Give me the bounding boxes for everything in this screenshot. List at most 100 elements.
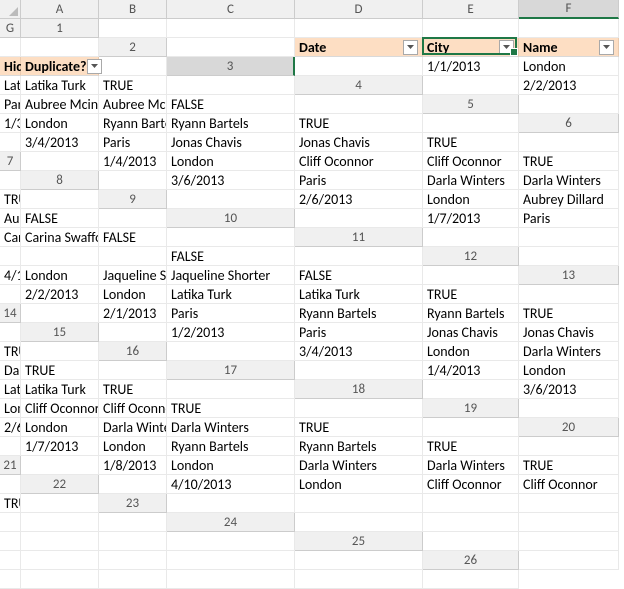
table-cell-date[interactable]: 1/2/2013 — [167, 323, 295, 342]
cell-A14[interactable] — [21, 304, 99, 323]
table-cell-hidden[interactable]: Darla Winters — [423, 456, 519, 475]
row-head-7[interactable]: 7 — [0, 152, 21, 171]
cell-A16[interactable] — [167, 342, 295, 361]
empty-cell[interactable] — [0, 532, 21, 551]
cell-A19[interactable] — [519, 399, 619, 418]
table-cell-name[interactable]: Carina Swafford — [0, 228, 21, 247]
row-head-23[interactable]: 23 — [99, 494, 167, 513]
table-cell-city[interactable]: Paris — [295, 171, 423, 190]
table-cell-duplicate[interactable]: FALSE — [167, 247, 295, 266]
cell-G7[interactable] — [0, 171, 21, 190]
empty-cell[interactable] — [423, 570, 519, 589]
cell-G19[interactable] — [423, 418, 519, 437]
table-cell-duplicate[interactable]: TRUE — [295, 418, 423, 437]
table-cell-name[interactable]: Latika Turk — [0, 76, 21, 95]
cell-C1[interactable] — [295, 19, 423, 38]
table-cell-hidden[interactable]: Ryann Bartels — [423, 304, 519, 323]
empty-cell[interactable] — [295, 494, 423, 513]
row-head-21[interactable]: 21 — [0, 456, 21, 475]
empty-cell[interactable] — [99, 551, 167, 570]
table-cell-city[interactable]: London — [21, 418, 99, 437]
empty-cell[interactable] — [423, 513, 519, 532]
filter-dropdown-icon[interactable] — [87, 59, 102, 74]
table-cell-city[interactable]: Paris — [99, 133, 167, 152]
table-cell-city[interactable]: London — [423, 190, 519, 209]
cell-A3[interactable] — [295, 57, 423, 76]
empty-cell[interactable] — [99, 570, 167, 589]
table-cell-city[interactable]: London — [99, 437, 167, 456]
table-cell-date[interactable]: 2/2/2013 — [519, 76, 619, 95]
empty-cell[interactable] — [21, 570, 99, 589]
table-cell-duplicate[interactable]: TRUE — [519, 304, 619, 323]
row-head-9[interactable]: 9 — [99, 190, 167, 209]
cell-G6[interactable] — [519, 133, 619, 152]
table-cell-hidden[interactable]: Latika Turk — [295, 285, 423, 304]
col-head-A[interactable]: A — [21, 0, 99, 19]
empty-cell[interactable] — [423, 494, 519, 513]
table-cell-city[interactable]: Paris — [0, 95, 21, 114]
table-cell-date[interactable]: 1/7/2013 — [21, 437, 99, 456]
table-cell-duplicate[interactable]: TRUE — [99, 380, 167, 399]
table-cell-duplicate[interactable]: TRUE — [99, 76, 167, 95]
table-cell-city[interactable]: London — [167, 152, 295, 171]
cell-E1[interactable] — [519, 19, 619, 38]
table-cell-duplicate[interactable]: TRUE — [423, 437, 519, 456]
cell-G13[interactable] — [519, 285, 619, 304]
table-cell-date[interactable]: 3/6/2013 — [519, 380, 619, 399]
empty-cell[interactable] — [21, 532, 99, 551]
cell-A21[interactable] — [21, 456, 99, 475]
table-cell-city[interactable]: London — [21, 114, 99, 133]
table-cell-date[interactable]: 3/4/2013 — [21, 133, 99, 152]
cell-A6[interactable] — [0, 133, 21, 152]
table-cell-name[interactable]: Cliff Oconnor — [295, 152, 423, 171]
cell-A13[interactable] — [0, 285, 21, 304]
cell-D1[interactable] — [423, 19, 519, 38]
empty-cell[interactable] — [295, 570, 423, 589]
table-cell-name[interactable]: Latika Turk — [0, 380, 21, 399]
table-cell-city[interactable]: Paris — [295, 323, 423, 342]
cell-G14[interactable] — [0, 323, 21, 342]
table-cell-city[interactable]: London — [295, 475, 423, 494]
cell-G1[interactable] — [21, 38, 99, 57]
cell-G18[interactable] — [295, 399, 423, 418]
cell-A25[interactable] — [423, 532, 519, 551]
row-head-11[interactable]: 11 — [295, 228, 423, 247]
row-head-15[interactable]: 15 — [21, 323, 99, 342]
table-cell-duplicate[interactable]: TRUE — [519, 456, 619, 475]
cell-F1[interactable] — [0, 38, 21, 57]
table-cell-duplicate[interactable]: TRUE — [423, 285, 519, 304]
table-cell-city[interactable]: London — [423, 342, 519, 361]
col-head-F[interactable]: F — [519, 0, 619, 19]
table-cell-hidden[interactable] — [99, 247, 167, 266]
table-cell-city[interactable]: London — [519, 361, 619, 380]
table-cell-hidden[interactable]: Ryann Bartels — [167, 114, 295, 133]
row-head-14[interactable]: 14 — [0, 304, 21, 323]
table-cell-duplicate[interactable]: FALSE — [295, 266, 423, 285]
cell-A17[interactable] — [295, 361, 423, 380]
row-head-20[interactable]: 20 — [519, 418, 619, 437]
cell-G9[interactable] — [99, 209, 167, 228]
row-head-5[interactable]: 5 — [423, 95, 519, 114]
cell-A12[interactable] — [519, 247, 619, 266]
table-cell-hidden[interactable]: Darla Winters — [519, 171, 619, 190]
row-head-16[interactable]: 16 — [99, 342, 167, 361]
table-cell-name[interactable]: Darla Winters — [99, 418, 167, 437]
cell-A9[interactable] — [167, 190, 295, 209]
table-cell-date[interactable]: 4/10/2013 — [167, 475, 295, 494]
row-head-3[interactable]: 3 — [167, 57, 295, 76]
table-cell-name[interactable] — [21, 247, 99, 266]
cell-A10[interactable] — [295, 209, 423, 228]
empty-cell[interactable] — [0, 513, 21, 532]
table-cell-city[interactable]: London — [99, 285, 167, 304]
cell-A18[interactable] — [423, 380, 519, 399]
table-cell-date[interactable]: 1/1/2013 — [423, 57, 519, 76]
cell-A20[interactable] — [0, 437, 21, 456]
table-cell-duplicate[interactable]: FALSE — [99, 228, 167, 247]
col-head-D[interactable]: D — [295, 0, 423, 19]
row-head-17[interactable]: 17 — [167, 361, 295, 380]
cell-A23[interactable] — [167, 494, 295, 513]
table-cell-date[interactable]: 1/7/2013 — [423, 209, 519, 228]
row-head-1[interactable]: 1 — [21, 19, 99, 38]
table-cell-duplicate[interactable]: TRUE — [423, 133, 519, 152]
cell-G11[interactable] — [295, 247, 423, 266]
